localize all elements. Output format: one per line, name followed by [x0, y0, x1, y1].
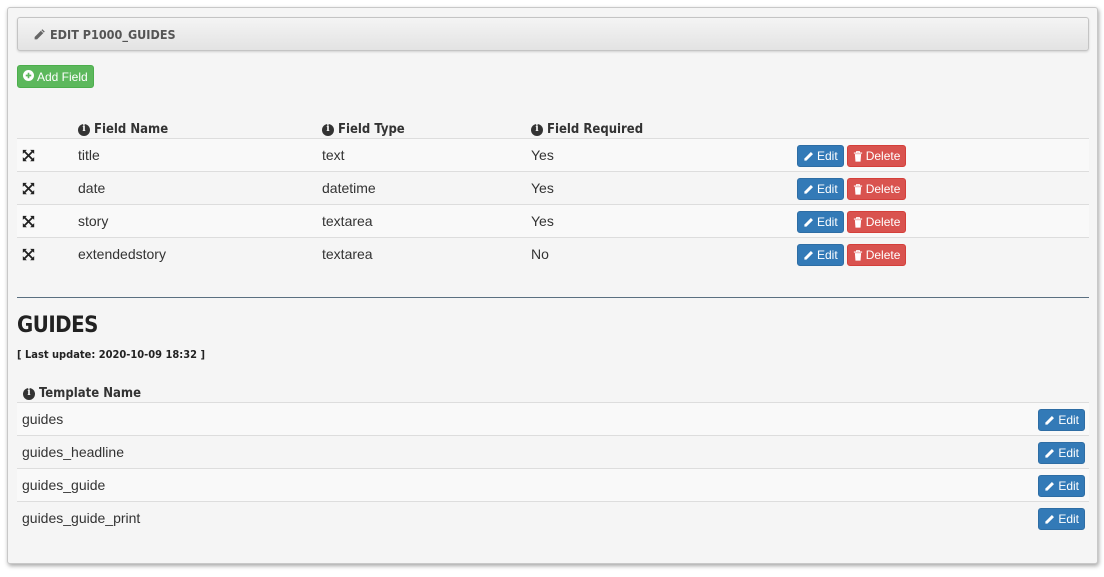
table-row: story textarea Yes Edit Delete: [17, 204, 1089, 237]
trash-icon: [853, 183, 862, 195]
field-required: Yes: [531, 180, 554, 196]
edit-button[interactable]: Edit: [797, 211, 844, 233]
delete-button[interactable]: Delete: [846, 178, 907, 200]
info-icon: i: [531, 123, 543, 136]
pencil-icon: [804, 151, 813, 161]
edit-button[interactable]: Edit: [1038, 442, 1085, 464]
template-row: guides_headline Edit: [17, 435, 1089, 468]
pencil-icon: [1045, 415, 1055, 425]
info-icon: i: [23, 387, 35, 400]
delete-button[interactable]: Delete: [846, 145, 907, 167]
row-actions: Edit Delete: [797, 244, 907, 266]
delete-button[interactable]: Delete: [846, 211, 907, 233]
field-type: textarea: [322, 246, 373, 262]
move-arrows-icon[interactable]: [22, 149, 35, 167]
field-required: No: [531, 246, 549, 262]
field-required: Yes: [531, 147, 554, 163]
row-actions: Edit: [1038, 442, 1085, 464]
move-arrows-icon[interactable]: [22, 215, 35, 233]
info-icon: i: [322, 123, 334, 136]
edit-button[interactable]: Edit: [1038, 508, 1085, 530]
edit-button[interactable]: Edit: [1038, 475, 1085, 497]
pencil-icon: [804, 184, 813, 194]
field-type: text: [322, 147, 345, 163]
delete-button[interactable]: Delete: [846, 244, 907, 266]
field-name: date: [78, 180, 106, 196]
pencil-icon: [1045, 514, 1055, 524]
pencil-icon: [804, 217, 813, 227]
edit-button[interactable]: Edit: [797, 244, 844, 266]
table-row: title text Yes Edit Delete: [17, 138, 1089, 171]
template-row: guides_guide_print Edit: [17, 501, 1089, 534]
table-row: date datetime Yes Edit Delete: [17, 171, 1089, 204]
last-update: [ Last update: 2020-10-09 18:32 ]: [17, 348, 205, 361]
pencil-icon: [1045, 481, 1055, 491]
pencil-icon: [33, 28, 46, 41]
plus-circle-icon: [23, 69, 34, 84]
row-actions: Edit: [1038, 475, 1085, 497]
field-name: extendedstory: [78, 246, 166, 262]
template-name: guides_guide_print: [22, 510, 141, 526]
info-icon: i: [78, 123, 90, 136]
panel-title: EDIT P1000_GUIDES: [50, 26, 176, 42]
move-arrows-icon[interactable]: [22, 182, 35, 200]
trash-icon: [853, 216, 862, 228]
edit-button[interactable]: Edit: [1038, 409, 1085, 431]
field-name: title: [78, 147, 100, 163]
header-field-required: i Field Required: [531, 122, 643, 137]
table-row: extendedstory textarea No Edit Delete: [17, 237, 1089, 270]
row-actions: Edit Delete: [797, 145, 907, 167]
field-name: story: [78, 213, 109, 229]
field-type: datetime: [322, 180, 376, 196]
panel-header: EDIT P1000_GUIDES: [17, 17, 1089, 51]
row-actions: Edit: [1038, 409, 1085, 431]
row-actions: Edit: [1038, 508, 1085, 530]
row-actions: Edit Delete: [797, 211, 907, 233]
header-field-name: i Field Name: [78, 122, 168, 137]
edit-button[interactable]: Edit: [797, 178, 844, 200]
template-name: guides_guide: [22, 477, 106, 493]
add-field-label: Add Field: [37, 69, 88, 84]
header-template-name: i Template Name: [23, 386, 141, 401]
edit-button[interactable]: Edit: [797, 145, 844, 167]
trash-icon: [853, 150, 862, 162]
section-divider: [17, 297, 1089, 298]
pencil-icon: [804, 250, 813, 260]
move-arrows-icon[interactable]: [22, 248, 35, 266]
section-title: GUIDES: [17, 313, 98, 338]
header-field-type: i Field Type: [322, 122, 405, 137]
trash-icon: [853, 249, 862, 261]
field-required: Yes: [531, 213, 554, 229]
add-field-button[interactable]: Add Field: [17, 65, 94, 88]
template-name: guides: [22, 411, 64, 427]
template-row: guides Edit: [17, 402, 1089, 435]
field-type: textarea: [322, 213, 373, 229]
template-row: guides_guide Edit: [17, 468, 1089, 501]
template-name: guides_headline: [22, 444, 124, 460]
row-actions: Edit Delete: [797, 178, 907, 200]
pencil-icon: [1045, 448, 1055, 458]
edit-panel: EDIT P1000_GUIDES Add Field i Field Name…: [7, 7, 1098, 564]
